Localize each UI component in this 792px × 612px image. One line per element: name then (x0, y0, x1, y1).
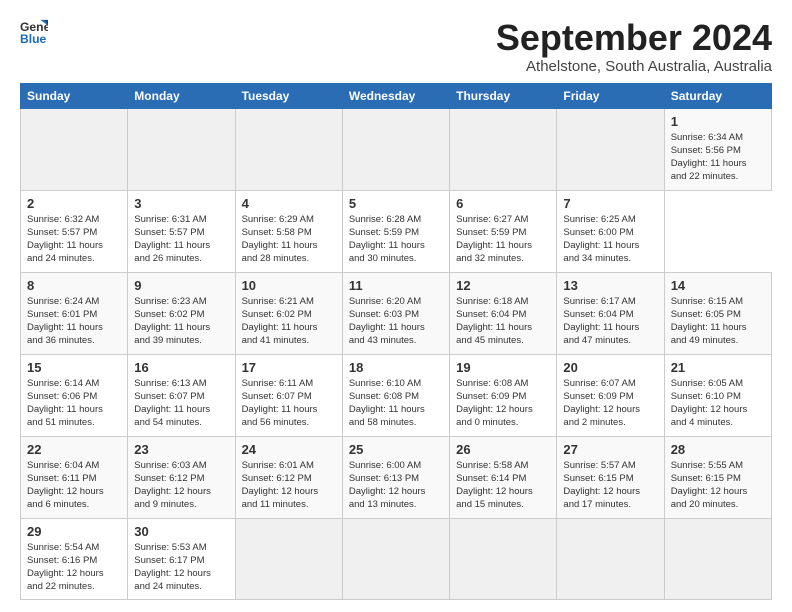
table-row: 19Sunrise: 6:08 AMSunset: 6:09 PMDayligh… (450, 354, 557, 436)
header-area: General Blue September 2024 Athelstone, … (20, 18, 772, 75)
empty-cell (235, 108, 342, 190)
col-tuesday: Tuesday (235, 83, 342, 108)
table-row: 10Sunrise: 6:21 AMSunset: 6:02 PMDayligh… (235, 272, 342, 354)
table-row: 8Sunrise: 6:24 AMSunset: 6:01 PMDaylight… (21, 272, 128, 354)
header-row: Sunday Monday Tuesday Wednesday Thursday… (21, 83, 772, 108)
table-row (450, 518, 557, 599)
col-monday: Monday (128, 83, 235, 108)
table-row: 23Sunrise: 6:03 AMSunset: 6:12 PMDayligh… (128, 436, 235, 518)
col-saturday: Saturday (664, 83, 771, 108)
table-row: 30Sunrise: 5:53 AMSunset: 6:17 PMDayligh… (128, 518, 235, 599)
empty-cell (342, 108, 449, 190)
table-row: 22Sunrise: 6:04 AMSunset: 6:11 PMDayligh… (21, 436, 128, 518)
table-row: 13Sunrise: 6:17 AMSunset: 6:04 PMDayligh… (557, 272, 664, 354)
col-wednesday: Wednesday (342, 83, 449, 108)
table-row: 5Sunrise: 6:28 AMSunset: 5:59 PMDaylight… (342, 190, 449, 272)
table-row: 26Sunrise: 5:58 AMSunset: 6:14 PMDayligh… (450, 436, 557, 518)
table-row: 28Sunrise: 5:55 AMSunset: 6:15 PMDayligh… (664, 436, 771, 518)
col-thursday: Thursday (450, 83, 557, 108)
table-row: 11Sunrise: 6:20 AMSunset: 6:03 PMDayligh… (342, 272, 449, 354)
table-row: 20Sunrise: 6:07 AMSunset: 6:09 PMDayligh… (557, 354, 664, 436)
table-row: 12Sunrise: 6:18 AMSunset: 6:04 PMDayligh… (450, 272, 557, 354)
table-row: 7Sunrise: 6:25 AMSunset: 6:00 PMDaylight… (557, 190, 664, 272)
table-row: 24Sunrise: 6:01 AMSunset: 6:12 PMDayligh… (235, 436, 342, 518)
table-row: 15Sunrise: 6:14 AMSunset: 6:06 PMDayligh… (21, 354, 128, 436)
table-row: 2Sunrise: 6:32 AMSunset: 5:57 PMDaylight… (21, 190, 128, 272)
location-subtitle: Athelstone, South Australia, Australia (496, 58, 772, 75)
table-row (342, 518, 449, 599)
calendar-table: Sunday Monday Tuesday Wednesday Thursday… (20, 83, 772, 600)
col-sunday: Sunday (21, 83, 128, 108)
svg-text:Blue: Blue (20, 32, 47, 46)
table-row: 29Sunrise: 5:54 AMSunset: 6:16 PMDayligh… (21, 518, 128, 599)
table-row: 1Sunrise: 6:34 AMSunset: 5:56 PMDaylight… (664, 108, 771, 190)
table-row: 14Sunrise: 6:15 AMSunset: 6:05 PMDayligh… (664, 272, 771, 354)
table-row: 16Sunrise: 6:13 AMSunset: 6:07 PMDayligh… (128, 354, 235, 436)
table-row: 27Sunrise: 5:57 AMSunset: 6:15 PMDayligh… (557, 436, 664, 518)
table-row: 6Sunrise: 6:27 AMSunset: 5:59 PMDaylight… (450, 190, 557, 272)
col-friday: Friday (557, 83, 664, 108)
table-row: 4Sunrise: 6:29 AMSunset: 5:58 PMDaylight… (235, 190, 342, 272)
calendar-page: General Blue September 2024 Athelstone, … (0, 0, 792, 610)
table-row: 25Sunrise: 6:00 AMSunset: 6:13 PMDayligh… (342, 436, 449, 518)
table-row (557, 518, 664, 599)
table-row: 21Sunrise: 6:05 AMSunset: 6:10 PMDayligh… (664, 354, 771, 436)
table-row (235, 518, 342, 599)
table-row: 9Sunrise: 6:23 AMSunset: 6:02 PMDaylight… (128, 272, 235, 354)
empty-cell (450, 108, 557, 190)
logo-icon: General Blue (20, 18, 48, 46)
month-title: September 2024 (496, 18, 772, 58)
logo: General Blue (20, 18, 48, 46)
table-row: 3Sunrise: 6:31 AMSunset: 5:57 PMDaylight… (128, 190, 235, 272)
table-row: 18Sunrise: 6:10 AMSunset: 6:08 PMDayligh… (342, 354, 449, 436)
empty-cell (557, 108, 664, 190)
empty-cell (128, 108, 235, 190)
table-row: 17Sunrise: 6:11 AMSunset: 6:07 PMDayligh… (235, 354, 342, 436)
empty-cell (21, 108, 128, 190)
table-row (664, 518, 771, 599)
title-area: September 2024 Athelstone, South Austral… (496, 18, 772, 75)
